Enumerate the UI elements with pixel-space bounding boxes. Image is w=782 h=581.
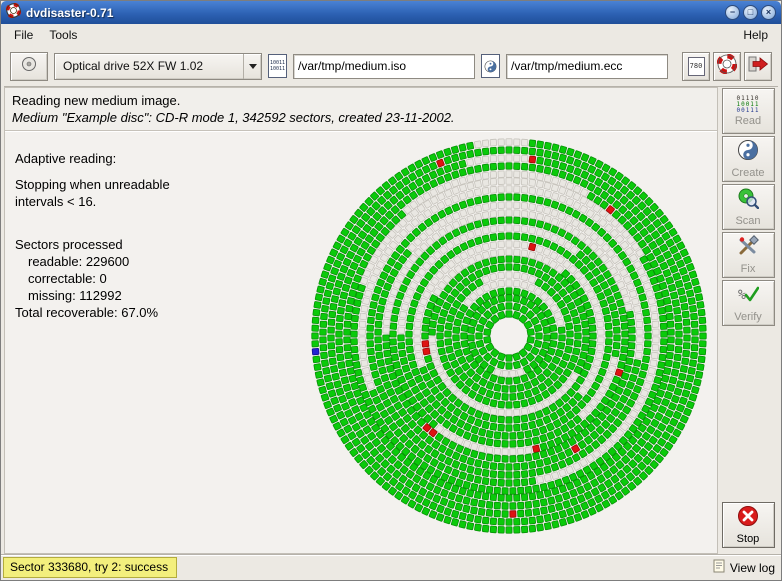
yin-yang-icon [737,139,759,166]
action-sidebar: 01110 10011 00111 Read Create Scan Fix %… [718,87,778,554]
sectors-correctable: correctable: 0 [28,271,107,286]
view-log-label: View log [729,560,775,575]
fix-button[interactable]: Fix [721,232,775,278]
adaptive-reading-heading: Adaptive reading: [15,151,117,166]
combo-dropdown-button[interactable] [243,53,261,79]
menubar: File Tools Help [4,24,778,46]
help-button[interactable] [713,51,741,81]
status-line-1: Reading new medium image. [12,93,181,108]
stopping-line-2: intervals < 16. [15,194,97,209]
iso-path-input[interactable] [293,53,475,79]
ecc-file-icon [481,54,500,78]
preferences-icon: 780 [687,56,705,76]
close-button[interactable]: × [761,5,776,20]
verify-button[interactable]: % Verify [721,280,775,326]
image-file-icon: 10011 10011 [268,54,287,78]
exit-arrow-icon [748,55,769,78]
sector-status-message: Sector 333680, try 2: success [3,557,178,578]
stop-icon [737,505,759,532]
statusbar: Sector 333680, try 2: success View log [1,554,781,580]
status-line-2: Medium "Example disc": CD-R mode 1, 3425… [12,110,455,125]
create-button[interactable]: Create [721,136,775,182]
sectors-heading: Sectors processed [15,237,123,252]
titlebar[interactable]: dvdisaster-0.71 − □ × [1,1,781,24]
disc-spiral-visualization [311,138,707,534]
read-icon: 01110 10011 00111 [736,94,760,114]
view-log-button[interactable]: View log [713,559,777,576]
quit-button[interactable] [744,51,772,81]
status-message-area: Reading new medium image. Medium "Exampl… [5,88,717,130]
log-icon [713,559,726,576]
chevron-down-icon [248,63,257,69]
app-icon [5,2,22,23]
total-recoverable: Total recoverable: 67.0% [15,305,159,320]
stop-button[interactable]: Stop [721,502,775,548]
scan-button[interactable]: Scan [721,184,775,230]
sectors-missing: missing: 112992 [28,288,122,303]
menu-help[interactable]: Help [735,26,776,44]
magnifier-disc-icon [737,187,760,214]
disc-drive-icon [19,56,39,77]
menu-tools[interactable]: Tools [41,26,85,44]
drive-combobox[interactable]: Optical drive 52X FW 1.02 [54,52,262,80]
reading-info-text: Adaptive reading: Stopping when unreadab… [15,150,170,321]
main-panel: Reading new medium image. Medium "Exampl… [4,87,718,554]
ecc-path-input[interactable] [506,53,668,79]
drive-select-button[interactable] [10,51,48,81]
read-button[interactable]: 01110 10011 00111 Read [721,88,775,134]
window-title: dvdisaster-0.71 [26,5,114,20]
tools-icon [737,235,759,262]
menu-file[interactable]: File [6,26,41,44]
app-window: dvdisaster-0.71 − □ × File Tools Help Op… [0,0,782,581]
checkmark-percent-icon: % [737,283,760,310]
toolbar: Optical drive 52X FW 1.02 10011 10011 78… [4,46,778,87]
drive-combobox-value: Optical drive 52X FW 1.02 [63,59,204,73]
stopping-line-1: Stopping when unreadable [15,177,170,192]
preferences-button[interactable]: 780 [682,51,710,81]
minimize-button[interactable]: − [725,5,740,20]
maximize-button[interactable]: □ [743,5,758,20]
reading-canvas: Adaptive reading: Stopping when unreadab… [5,132,717,553]
sectors-readable: readable: 229600 [28,254,130,269]
lifebuoy-icon [716,53,738,79]
